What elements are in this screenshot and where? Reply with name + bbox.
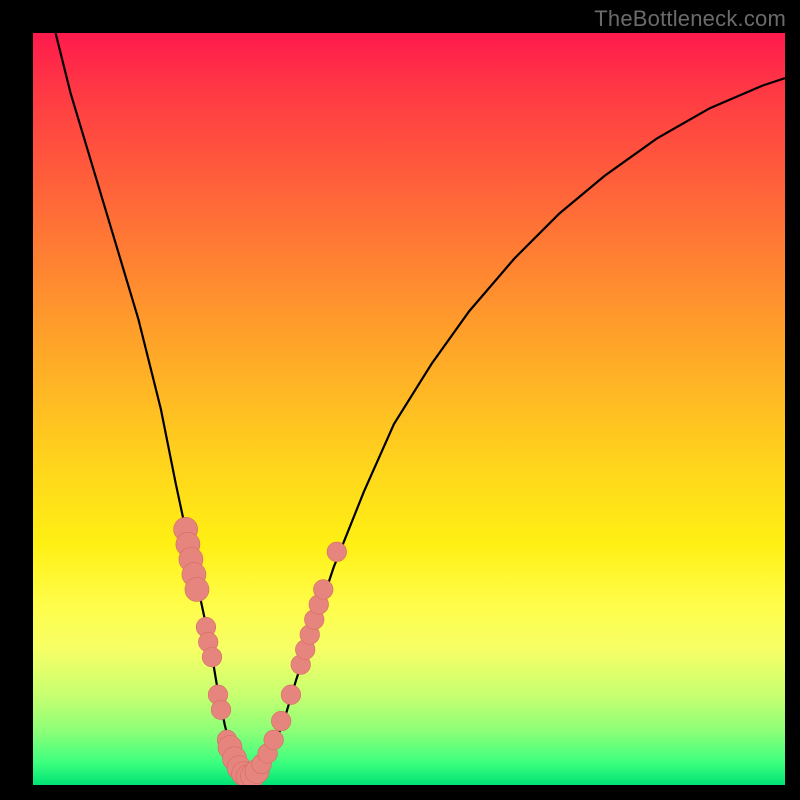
chart-frame: TheBottleneck.com xyxy=(0,0,800,800)
curve-svg xyxy=(33,33,785,785)
plot-area xyxy=(33,33,785,785)
curve-marker xyxy=(313,580,333,600)
watermark-text: TheBottleneck.com xyxy=(594,6,786,32)
curve-marker xyxy=(271,711,291,731)
bottleneck-curve xyxy=(56,33,785,777)
curve-markers xyxy=(174,517,347,785)
curve-marker xyxy=(202,647,222,667)
curve-marker xyxy=(281,685,301,705)
curve-marker xyxy=(185,577,209,601)
curve-marker xyxy=(327,542,347,562)
curve-marker xyxy=(264,730,284,750)
curve-marker xyxy=(211,700,231,720)
